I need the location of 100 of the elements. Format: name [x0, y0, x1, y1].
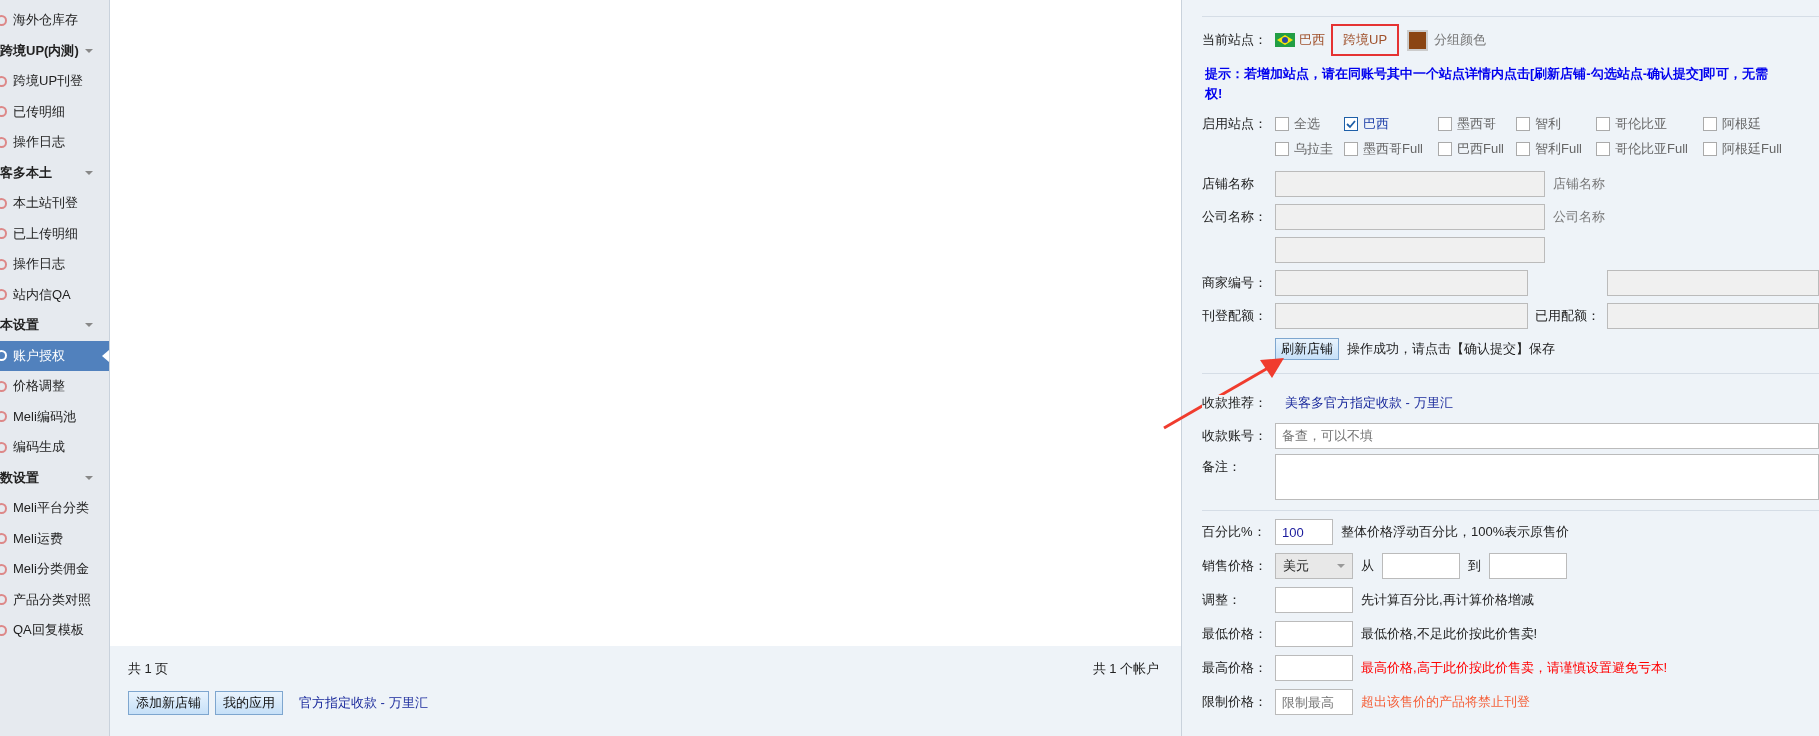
field-label: 当前站点：: [1202, 31, 1268, 49]
site-checkbox[interactable]: 墨西哥: [1438, 111, 1516, 136]
site-checkbox[interactable]: 乌拉圭: [1275, 136, 1344, 161]
sidebar-group[interactable]: 客多本土: [0, 157, 109, 188]
sidebar-item[interactable]: 本土站刊登: [0, 188, 109, 219]
footer-button[interactable]: 我的应用: [215, 691, 283, 715]
site-checkbox[interactable]: 哥伦比亚: [1596, 111, 1703, 136]
account-field[interactable]: 备查，可以不填: [1275, 422, 1819, 449]
site-checkbox[interactable]: 阿根廷: [1703, 111, 1782, 136]
sidebar-item[interactable]: 已传明细: [0, 96, 109, 127]
percent-field[interactable]: 100: [1275, 519, 1333, 545]
merchant-id-field[interactable]: [1275, 269, 1528, 296]
company-name-field[interactable]: [1275, 203, 1545, 230]
flag-icon: [1275, 33, 1295, 47]
caret-icon: [85, 475, 93, 480]
range-label: 到: [1468, 557, 1481, 575]
field-label: 限制价格：: [1202, 693, 1268, 711]
checkbox[interactable]: [1703, 116, 1717, 131]
field-hint: 先计算百分比,再计算价格增减: [1361, 591, 1534, 609]
price-field[interactable]: [1275, 655, 1353, 681]
site-checkbox[interactable]: 墨西哥Full: [1344, 136, 1438, 161]
hint-text: 权!: [1204, 85, 1224, 103]
field-hint: 公司名称: [1553, 207, 1605, 226]
payment-link[interactable]: 美客多官方指定收款 - 万里汇: [1285, 393, 1453, 412]
sidebar-item[interactable]: QA回复模板: [0, 615, 109, 646]
field-label: 店铺名称: [1202, 174, 1255, 193]
group-name: 跨境UP: [1331, 24, 1400, 56]
checkbox[interactable]: [1275, 116, 1289, 131]
field-label: 最高价格：: [1202, 659, 1268, 677]
sidebar-group[interactable]: 本设置: [0, 310, 109, 341]
caret-icon: [85, 170, 93, 175]
price-field[interactable]: [1275, 621, 1353, 647]
range-label: 从: [1361, 557, 1374, 575]
status-message: 操作成功，请点击【确认提交】保存: [1347, 339, 1555, 358]
checkbox[interactable]: [1516, 141, 1530, 156]
checkbox[interactable]: [1596, 116, 1610, 131]
field-label: 公司名称：: [1202, 207, 1268, 226]
checkbox[interactable]: [1344, 141, 1358, 156]
sidebar-item[interactable]: 跨境UP刊登: [0, 66, 109, 97]
site-checkbox[interactable]: 巴西Full: [1438, 136, 1516, 161]
sidebar-item[interactable]: 编码生成: [0, 432, 109, 463]
sidebar-item[interactable]: Meli运费: [0, 523, 109, 554]
site-checkbox[interactable]: 智利Full: [1516, 136, 1596, 161]
sidebar-item[interactable]: 操作日志: [0, 127, 109, 158]
checkbox[interactable]: [1516, 116, 1530, 131]
field-label: 调整：: [1202, 591, 1242, 609]
field-label: 刊登配额：: [1202, 306, 1268, 325]
payment-link[interactable]: 官方指定收款 - 万里汇: [299, 694, 428, 712]
site-id-field[interactable]: [1607, 269, 1819, 296]
quota-field[interactable]: [1275, 302, 1528, 329]
checkbox[interactable]: [1438, 116, 1452, 131]
sidebar-item[interactable]: 海外仓库存: [0, 5, 109, 36]
checkbox[interactable]: [1275, 141, 1289, 156]
page-count: 共 1 页: [128, 660, 169, 678]
address-field[interactable]: [1275, 236, 1545, 263]
checkbox[interactable]: [1703, 141, 1717, 156]
sidebar-item[interactable]: 已上传明细: [0, 218, 109, 249]
field-hint: 超出该售价的产品将禁止刊登: [1361, 693, 1530, 711]
sidebar-item[interactable]: 价格调整: [0, 371, 109, 402]
sidebar-group[interactable]: 数设置: [0, 462, 109, 493]
price-field[interactable]: [1275, 587, 1353, 613]
sidebar-item[interactable]: Meli分类佣金: [0, 554, 109, 585]
checkbox[interactable]: [1596, 141, 1610, 156]
site-checkbox[interactable]: 哥伦比亚Full: [1596, 136, 1703, 161]
sidebar-item[interactable]: 账户授权: [0, 340, 109, 371]
shop-name-field[interactable]: [1275, 170, 1545, 197]
field-label: 百分比%：: [1202, 523, 1267, 541]
price-from-field[interactable]: [1382, 553, 1460, 579]
site-checkbox[interactable]: 阿根廷Full: [1703, 136, 1782, 161]
field-label: 启用站点：: [1202, 115, 1268, 133]
site-checkbox[interactable]: 巴西: [1344, 111, 1438, 136]
price-to-field[interactable]: [1489, 553, 1567, 579]
caret-icon: [85, 48, 93, 53]
currency-dropdown[interactable]: 美元: [1275, 553, 1353, 579]
field-hint: 最高价格,高于此价按此价售卖，请谨慎设置避免亏本!: [1361, 659, 1668, 677]
price-field[interactable]: 限制最高: [1275, 689, 1353, 715]
refresh-button[interactable]: 刷新店铺: [1275, 337, 1339, 360]
field-hint: 整体价格浮动百分比，100%表示原售价: [1341, 523, 1570, 541]
checkbox[interactable]: [1438, 141, 1452, 156]
caret-icon: [1337, 564, 1345, 568]
used-quota-field[interactable]: [1607, 302, 1819, 329]
footer-button[interactable]: 添加新店铺: [128, 691, 209, 715]
sidebar-item[interactable]: Meli编码池: [0, 401, 109, 432]
site-checkbox[interactable]: 智利: [1516, 111, 1596, 136]
site-checkbox[interactable]: 全选: [1275, 111, 1344, 136]
sidebar-item[interactable]: 产品分类对照: [0, 584, 109, 615]
checkbox[interactable]: [1344, 116, 1358, 131]
caret-icon: [85, 323, 93, 328]
field-label: 收款账号：: [1202, 426, 1268, 445]
color-label: 分组颜色: [1434, 31, 1487, 49]
field-label: 备注：: [1202, 458, 1242, 476]
sidebar-item[interactable]: 站内信QA: [0, 279, 109, 310]
sidebar-item[interactable]: 操作日志: [0, 249, 109, 280]
note-field[interactable]: [1275, 454, 1819, 500]
sidebar-group[interactable]: 跨境UP(内测): [0, 35, 109, 66]
color-swatch[interactable]: [1407, 29, 1429, 51]
sidebar-item[interactable]: Meli平台分类: [0, 493, 109, 524]
field-label: 商家编号：: [1202, 273, 1268, 292]
field-label: 销售价格：: [1202, 557, 1268, 575]
hint-text: 提示：若增加站点，请在同账号其中一个站点详情内点击[刷新店铺-勾选站点-确认提交]即可，无需: [1204, 65, 1770, 83]
